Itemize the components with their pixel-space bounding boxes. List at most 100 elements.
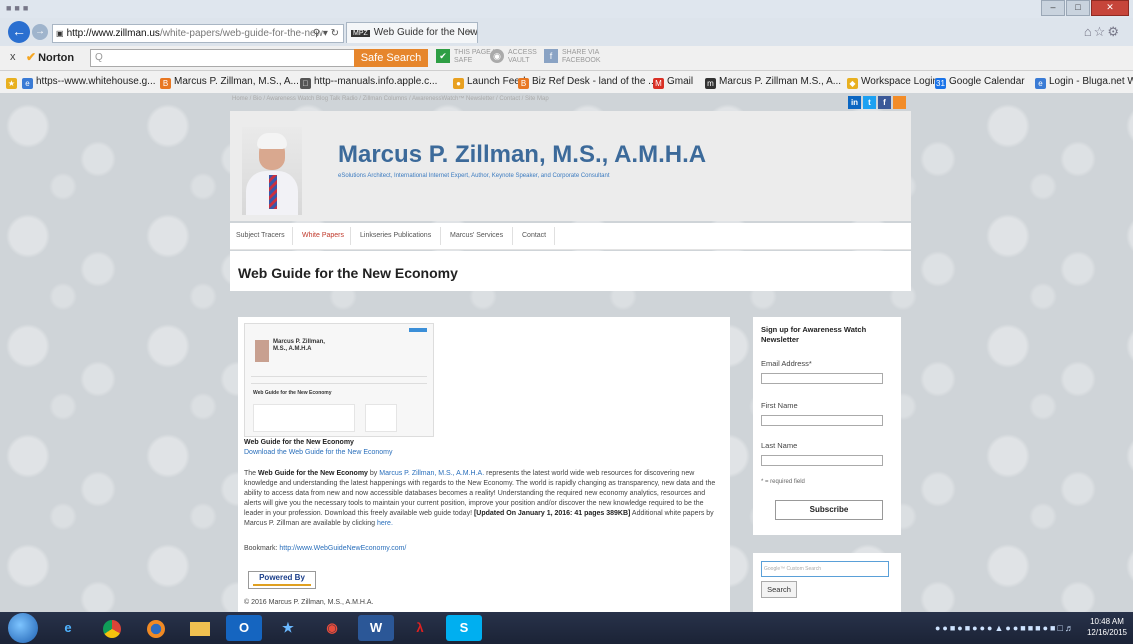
- page-icon: B: [518, 78, 529, 89]
- required-note: * = required field: [761, 479, 805, 485]
- share-line1: SHARE VIA: [562, 49, 600, 56]
- newsletter-title: Sign up for Awareness Watch Newsletter: [761, 325, 867, 344]
- email-field[interactable]: [761, 373, 883, 384]
- social-links: in t f ≈: [848, 96, 906, 109]
- menu-white-papers[interactable]: White Papers: [302, 232, 344, 239]
- page-icon: e: [22, 78, 33, 89]
- subscribe-button[interactable]: Subscribe: [775, 500, 883, 520]
- forward-button[interactable]: →: [32, 24, 48, 40]
- page-title: Web Guide for the New Economy: [238, 265, 458, 281]
- last-name-label: Last Name: [761, 441, 798, 450]
- back-button[interactable]: ←: [8, 21, 30, 43]
- taskbar: e O ★ ◉ W λ S ●●■●■●●●▲●●■■■●■□♬ 10:48 A…: [0, 612, 1133, 644]
- share-line2: FACEBOOK: [562, 57, 601, 64]
- browser-tab-active[interactable]: MPZWeb Guide for the New Eco... ×: [346, 22, 478, 43]
- bookmark-item[interactable]: http--manuals.info.apple.c...: [300, 76, 437, 89]
- download-link[interactable]: Download the Web Guide for the New Econo…: [244, 449, 393, 456]
- taskbar-firefox[interactable]: [138, 615, 174, 641]
- address-path: /white-papers/web-guide-for-the-new-: [159, 28, 327, 39]
- site-tagline: eSolutions Architect, International Inte…: [338, 173, 610, 179]
- taskbar-gmail[interactable]: ◉: [314, 615, 350, 641]
- system-clock[interactable]: 10:48 AM 12/16/2015: [1087, 616, 1127, 638]
- norton-brand: Norton: [38, 52, 75, 64]
- norton-search-input[interactable]: Q: [90, 49, 358, 67]
- bookmark-item[interactable]: eLogin - Bluga.net WebThu...: [1035, 76, 1133, 89]
- apple-icon: : [300, 78, 311, 89]
- guide-cover-thumbnail[interactable]: Marcus P. Zillman, M.S., A.M.H.A Web Gui…: [244, 323, 434, 437]
- site-header: Marcus P. Zillman, M.S., A.M.H.A eSoluti…: [230, 111, 911, 221]
- bookmark-item[interactable]: m Marcus P. Zillman M.S., A...: [705, 76, 841, 89]
- site-title[interactable]: Marcus P. Zillman, M.S., A.M.H.A: [338, 141, 706, 169]
- menu-linkseries-publications[interactable]: Linkseries Publications: [360, 232, 431, 239]
- top-navigation[interactable]: Home / Bio / Awareness Watch Blog Talk R…: [232, 96, 549, 102]
- norton-toolbar: x ✔ Norton Q Safe Search ✔ THIS PAGE IS SAF…: [0, 46, 1133, 71]
- close-tab-icon[interactable]: ×: [467, 23, 473, 43]
- search-button[interactable]: Search: [761, 581, 797, 598]
- bookmark-item[interactable]: M Gmail: [653, 76, 693, 89]
- clock-time: 10:48 AM: [1090, 617, 1124, 626]
- menu-subject-tracers[interactable]: Subject Tracers: [236, 232, 285, 239]
- bookmark-url-link[interactable]: http://www.WebGuideNewEconomy.com/: [279, 545, 406, 552]
- bookmark-item[interactable]: 31 Google Calendar: [935, 76, 1025, 89]
- home-star-gear-icons[interactable]: ⌂☆⚙: [1084, 24, 1121, 40]
- author-photo: [242, 127, 302, 215]
- first-name-field[interactable]: [761, 415, 883, 426]
- bookmark-item[interactable]: e https--www.whitehouse.g...: [22, 76, 156, 89]
- rss-icon[interactable]: ≈: [893, 96, 906, 109]
- norton-logo: ✔ Norton: [26, 50, 74, 64]
- site-search: Google™ Custom Search Search: [753, 553, 901, 612]
- bookmark-item[interactable]: ◆ Workspace Login: [847, 76, 938, 89]
- calendar-icon: 31: [935, 78, 946, 89]
- address-bar[interactable]: ▣ http://www.zillman.us/white-papers/web-…: [52, 24, 344, 43]
- search-input[interactable]: Google™ Custom Search: [761, 561, 889, 577]
- minimize-button[interactable]: –: [1041, 0, 1065, 16]
- linkedin-icon[interactable]: in: [848, 96, 861, 109]
- vault-icon: ◉: [490, 49, 504, 63]
- gmail-icon: M: [653, 78, 664, 89]
- taskbar-explorer[interactable]: [182, 615, 218, 641]
- taskbar-outlook[interactable]: O: [226, 615, 262, 641]
- taskbar-word[interactable]: W: [358, 615, 394, 641]
- safe-search-button[interactable]: Safe Search: [354, 49, 428, 67]
- system-tray-icons[interactable]: ●●■●■●●●▲●●■■■●■□♬: [935, 623, 1076, 633]
- bookmark-item[interactable]: B Biz Ref Desk - land of the ...: [518, 76, 657, 89]
- powered-by-badge[interactable]: Powered By: [248, 571, 316, 589]
- share-facebook-button[interactable]: f SHARE VIA FACEBOOK: [544, 49, 601, 65]
- favorites-star-icon[interactable]: ★: [6, 76, 20, 89]
- first-name-label: First Name: [761, 401, 798, 410]
- taskbar-skype[interactable]: S: [446, 615, 482, 641]
- thumbnail-name: Marcus P. Zillman, M.S., A.M.H.A: [273, 339, 325, 352]
- menu-marcus-services[interactable]: Marcus' Services: [450, 232, 503, 239]
- quick-access-icons: ■■■: [6, 3, 32, 13]
- twitter-icon[interactable]: t: [863, 96, 876, 109]
- norton-check-icon: ✔: [26, 50, 37, 64]
- bookmark-line: Bookmark: http://www.WebGuideNewEconomy.…: [244, 545, 407, 552]
- facebook-share-icon: f: [544, 49, 558, 63]
- access-vault-button[interactable]: ◉ ACCESS VAULT: [490, 49, 537, 65]
- page-status-line2: SAFE: [454, 57, 473, 64]
- last-name-field[interactable]: [761, 455, 883, 466]
- favorites-bar: ★ e https--www.whitehouse.g... B Marcus P.…: [0, 71, 1133, 94]
- bookmark-item[interactable]: ● Launch Feed: [453, 76, 525, 89]
- maximize-button[interactable]: □: [1066, 0, 1090, 16]
- content-title: Web Guide for the New Economy: [244, 439, 354, 446]
- start-button[interactable]: [8, 613, 38, 643]
- taskbar-network[interactable]: ★: [270, 615, 306, 641]
- thumbnail-title: Web Guide for the New Economy: [253, 390, 332, 396]
- taskbar-acrobat[interactable]: λ: [402, 615, 438, 641]
- address-controls[interactable]: ⚲ ▾ ↻: [313, 25, 339, 42]
- star-icon: ★: [6, 78, 17, 89]
- close-window-button[interactable]: ✕: [1091, 0, 1129, 16]
- taskbar-chrome[interactable]: [94, 615, 130, 641]
- facebook-icon[interactable]: f: [878, 96, 891, 109]
- menu-contact[interactable]: Contact: [522, 232, 546, 239]
- main-content: Marcus P. Zillman, M.S., A.M.H.A Web Gui…: [238, 317, 730, 612]
- clock-date: 12/16/2015: [1086, 628, 1127, 637]
- bookmark-item[interactable]: B Marcus P. Zillman, M.S., A...: [160, 76, 299, 89]
- norton-close-icon[interactable]: x: [10, 51, 16, 63]
- here-link[interactable]: here.: [377, 520, 393, 527]
- taskbar-ie[interactable]: e: [50, 615, 86, 641]
- access-line2: VAULT: [508, 57, 530, 64]
- author-link[interactable]: Marcus P. Zillman, M.S., A.M.H.A.: [379, 470, 484, 477]
- copyright: © 2016 Marcus P. Zillman, M.S., A.M.H.A.: [244, 599, 374, 606]
